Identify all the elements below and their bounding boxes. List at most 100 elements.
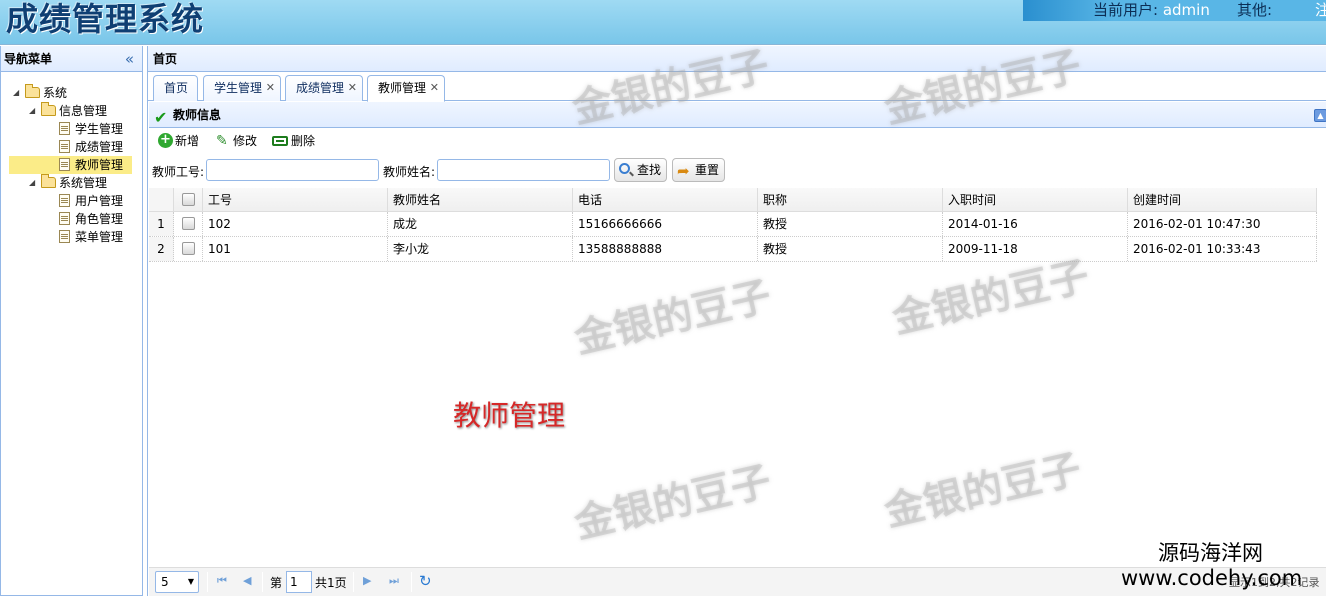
add-button[interactable]: + 新增: [156, 132, 199, 150]
close-icon[interactable]: ✕: [430, 76, 439, 100]
pager-divider: [353, 572, 354, 592]
pager-divider: [207, 572, 208, 592]
site-url: www.codehy.com: [1121, 566, 1303, 590]
nav-panel: 导航菜单 « ◢ 系统 ◢ 信息管理 学生管理 成绩管理 教师管理 ◢ 系统管理…: [0, 46, 143, 596]
file-icon: [59, 140, 70, 153]
column-header[interactable]: 教师姓名: [388, 188, 573, 211]
column-header[interactable]: 工号: [203, 188, 388, 211]
page-number-input[interactable]: [286, 571, 312, 593]
checkmark-icon: ✔: [154, 108, 168, 127]
next-page-icon[interactable]: ▶: [363, 574, 371, 587]
expand-arrow-icon[interactable]: ◢: [29, 174, 35, 192]
collapse-panel-icon[interactable]: ▲: [1314, 109, 1326, 122]
first-page-icon[interactable]: ⏮: [217, 574, 227, 588]
table-row[interactable]: 1 102 成龙 15166666666 教授 2014-01-16 2016-…: [149, 212, 1317, 237]
close-icon[interactable]: ✕: [348, 76, 357, 100]
tree-label: 信息管理: [59, 104, 108, 118]
current-user-label: 当前用户: admin: [1093, 1, 1210, 19]
double-chevron-left-icon[interactable]: «: [125, 46, 134, 72]
user-bar: 当前用户: admin 其他: 注: [1023, 0, 1326, 21]
select-all-checkbox[interactable]: [182, 193, 195, 206]
tab-score[interactable]: 成绩管理 ✕: [285, 75, 363, 101]
page-size-select[interactable]: 5 ▼: [155, 571, 199, 593]
tree-node-student[interactable]: 学生管理: [1, 120, 142, 138]
teacher-id-label: 教师工号:: [152, 165, 205, 179]
tree-node-roles[interactable]: 角色管理: [1, 210, 142, 228]
tree-node-score[interactable]: 成绩管理: [1, 138, 142, 156]
tab-student[interactable]: 学生管理 ✕: [203, 75, 281, 101]
total-pages: 共1页: [315, 576, 347, 590]
edit-button-label: 修改: [233, 134, 258, 148]
cell-id: 101: [203, 237, 388, 261]
nav-title: 导航菜单: [4, 52, 53, 66]
edit-button[interactable]: ✎ 修改: [214, 132, 257, 150]
cell-created: 2016-02-01 10:33:43: [1128, 237, 1317, 261]
reset-arrow-icon: ➦: [677, 162, 690, 180]
pager-divider: [262, 572, 263, 592]
column-header[interactable]: 电话: [573, 188, 758, 211]
app-header: 成绩管理系统 当前用户: admin 其他: 注: [0, 0, 1326, 45]
panel-title: 教师信息: [173, 108, 222, 122]
cell-created: 2016-02-01 10:47:30: [1128, 212, 1317, 236]
other-label: 其他:: [1237, 1, 1273, 19]
tree-label: 用户管理: [75, 194, 124, 208]
tree-label: 成绩管理: [75, 140, 124, 154]
prev-page-icon[interactable]: ◀: [243, 574, 251, 587]
expand-arrow-icon[interactable]: ◢: [29, 102, 35, 120]
row-checkbox[interactable]: [182, 242, 195, 255]
table-header: 工号 教师姓名 电话 职称 入职时间 创建时间: [149, 188, 1317, 212]
file-icon: [59, 158, 70, 171]
cell-title: 教授: [758, 237, 943, 261]
cell-id: 102: [203, 212, 388, 236]
add-button-label: 新增: [175, 134, 200, 148]
column-header[interactable]: 入职时间: [943, 188, 1128, 211]
refresh-icon[interactable]: ↻: [419, 572, 432, 590]
cell-hire-date: 2009-11-18: [943, 237, 1128, 261]
folder-icon: [25, 84, 40, 98]
column-header[interactable]: 创建时间: [1128, 188, 1317, 211]
dropdown-arrow-icon: ▼: [187, 577, 194, 586]
last-page-icon[interactable]: ⏭: [389, 574, 399, 588]
tree-label: 学生管理: [75, 122, 124, 136]
current-user-name: admin: [1162, 1, 1210, 19]
tree-label: 系统: [43, 86, 68, 100]
tab-label: 首页: [164, 81, 189, 95]
file-icon: [59, 194, 70, 207]
cell-title: 教授: [758, 212, 943, 236]
teacher-id-input[interactable]: [206, 159, 379, 181]
tree-node-menus[interactable]: 菜单管理: [1, 228, 142, 246]
tree-node-info-group[interactable]: ◢ 信息管理: [1, 102, 142, 120]
row-select-cell: [174, 212, 203, 236]
expand-arrow-icon[interactable]: ◢: [13, 84, 19, 102]
site-brand: 源码海洋网: [1158, 541, 1263, 565]
pager-divider: [411, 572, 412, 592]
row-select-cell: [174, 237, 203, 261]
cell-phone: 13588888888: [573, 237, 758, 261]
row-checkbox[interactable]: [182, 217, 195, 230]
panel-title-bar: ✔ 教师信息 ▲: [149, 102, 1326, 128]
nav-tree: ◢ 系统 ◢ 信息管理 学生管理 成绩管理 教师管理 ◢ 系统管理 用户管理 角…: [1, 72, 142, 246]
tab-home[interactable]: 首页: [153, 75, 198, 101]
page-prefix: 第: [270, 576, 283, 590]
column-header[interactable]: 职称: [758, 188, 943, 211]
delete-button[interactable]: 删除: [272, 132, 315, 150]
tab-teacher[interactable]: 教师管理 ✕: [367, 75, 445, 102]
tree-label: 教师管理: [75, 158, 124, 172]
file-icon: [59, 212, 70, 225]
table-row[interactable]: 2 101 李小龙 13588888888 教授 2009-11-18 2016…: [149, 237, 1317, 262]
main-panel: 首页 首页 学生管理 ✕ 成绩管理 ✕ 教师管理 ✕ ✔ 教师信息 ▲ + 新增: [147, 46, 1326, 596]
minus-icon: [272, 136, 288, 146]
teacher-name-input[interactable]: [437, 159, 610, 181]
close-icon[interactable]: ✕: [266, 76, 275, 100]
cell-hire-date: 2014-01-16: [943, 212, 1128, 236]
tree-node-sys-group[interactable]: ◢ 系统管理: [1, 174, 142, 192]
tree-label: 系统管理: [59, 176, 108, 190]
teacher-name-label: 教师姓名:: [383, 165, 436, 179]
tree-node-root[interactable]: ◢ 系统: [1, 84, 142, 102]
search-button[interactable]: 查找: [614, 158, 668, 182]
search-icon: [619, 163, 630, 174]
tree-node-users[interactable]: 用户管理: [1, 192, 142, 210]
reset-button[interactable]: ➦ 重置: [672, 158, 726, 182]
tree-node-teacher[interactable]: 教师管理: [9, 156, 132, 174]
logout-link[interactable]: 注: [1315, 0, 1326, 20]
